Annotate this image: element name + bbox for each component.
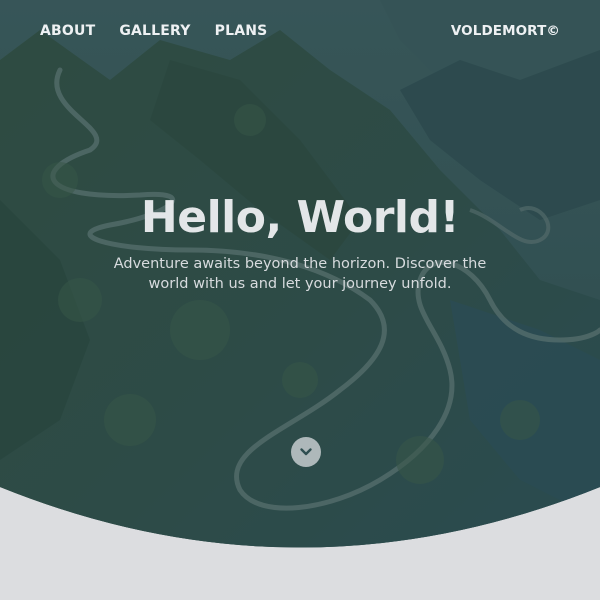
nav-link-gallery[interactable]: GALLERY: [119, 23, 190, 39]
hero-background-image: [0, 0, 600, 548]
chevron-down-icon: [300, 448, 312, 456]
brand-logo[interactable]: VOLDEMORT©: [451, 23, 560, 39]
hero-subtitle: Adventure awaits beyond the horizon. Dis…: [113, 256, 487, 292]
hero-title: Hello, World!: [140, 192, 460, 243]
nav-links: ABOUT GALLERY PLANS: [40, 23, 267, 39]
scroll-down-button[interactable]: [291, 437, 321, 467]
hero-section: ABOUT GALLERY PLANS VOLDEMORT© Hello, Wo…: [0, 0, 600, 600]
nav-link-plans[interactable]: PLANS: [215, 23, 268, 39]
nav-link-about[interactable]: ABOUT: [40, 23, 95, 39]
top-navigation: ABOUT GALLERY PLANS VOLDEMORT©: [40, 21, 560, 41]
